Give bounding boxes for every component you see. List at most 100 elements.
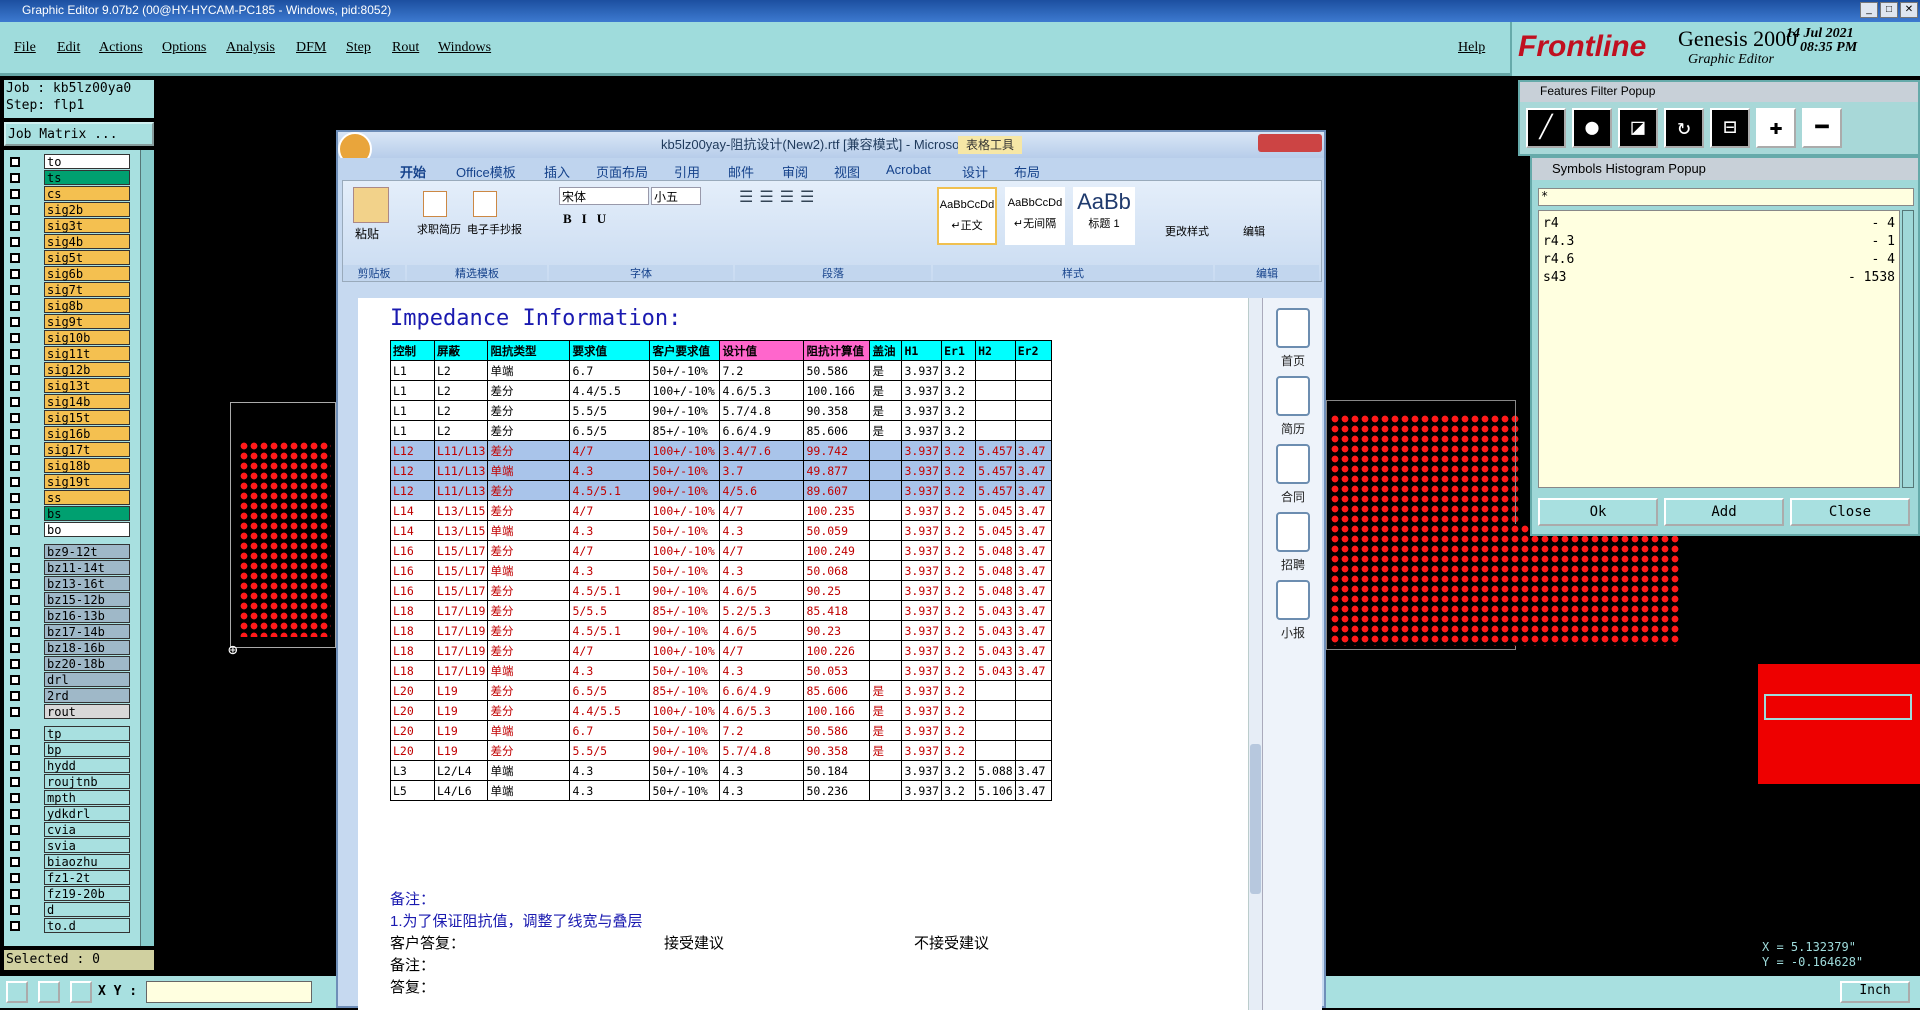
- table-cell[interactable]: L17/L19: [433, 600, 489, 621]
- ok-button[interactable]: Ok: [1538, 498, 1658, 526]
- layer-checkbox[interactable]: [10, 349, 20, 359]
- table-cell[interactable]: 6.7: [569, 720, 651, 741]
- table-cell[interactable]: 5.048: [975, 580, 1016, 601]
- table-cell[interactable]: 是: [869, 360, 903, 381]
- table-cell[interactable]: 3.47: [1014, 520, 1052, 541]
- table-cell[interactable]: 单端: [487, 560, 571, 581]
- table-cell[interactable]: 差分: [487, 400, 571, 421]
- table-row[interactable]: L18 L17/L19 差分 4.5/5.1 90+/-10% 4.6/5 90.23 3.9…: [390, 620, 1052, 641]
- table-cell[interactable]: 3.4/7.6: [719, 440, 805, 461]
- tab-references[interactable]: 引用: [674, 162, 700, 181]
- menu-file[interactable]: File: [14, 40, 36, 56]
- layer-checkbox[interactable]: [10, 285, 20, 295]
- table-cell[interactable]: [975, 360, 1016, 381]
- table-cell[interactable]: 90+/-10%: [649, 620, 721, 641]
- job-matrix-button[interactable]: Job Matrix ...: [4, 122, 154, 146]
- table-cell[interactable]: 4.3: [569, 460, 651, 481]
- table-cell[interactable]: 90.358: [803, 400, 871, 421]
- histogram-row[interactable]: r4.6 - 4: [1543, 251, 1895, 269]
- table-cell[interactable]: 90.23: [803, 620, 871, 641]
- table-cell[interactable]: 差分: [487, 380, 571, 401]
- layer-name[interactable]: drl: [44, 672, 130, 687]
- pcb-board-left[interactable]: [230, 402, 336, 648]
- layer-checkbox[interactable]: [10, 761, 20, 771]
- table-cell[interactable]: [975, 680, 1016, 701]
- layer-name[interactable]: ts: [44, 170, 130, 185]
- table-cell[interactable]: 4.5/5.1: [569, 620, 651, 641]
- table-cell[interactable]: [869, 460, 903, 481]
- font-name-select[interactable]: 宋体: [559, 187, 649, 205]
- table-cell[interactable]: 4.4/5.5: [569, 380, 651, 401]
- layer-row[interactable]: fz1-2t: [8, 870, 130, 886]
- table-cell[interactable]: L19: [433, 740, 489, 761]
- layer-name[interactable]: sig6b: [44, 266, 130, 281]
- layer-row[interactable]: bz13-16t: [8, 576, 130, 592]
- layer-checkbox[interactable]: [10, 253, 20, 263]
- table-cell[interactable]: 3.937: [901, 660, 943, 681]
- layer-row[interactable]: sig13t: [8, 378, 130, 394]
- table-cell[interactable]: L15/L17: [433, 560, 489, 581]
- table-cell[interactable]: L2: [433, 360, 489, 381]
- table-cell[interactable]: 差分: [487, 740, 571, 761]
- layer-row[interactable]: bo: [8, 522, 130, 538]
- table-cell[interactable]: 50+/-10%: [649, 520, 721, 541]
- table-cell[interactable]: 3.2: [941, 360, 977, 381]
- table-cell[interactable]: L12: [390, 460, 435, 481]
- add-button[interactable]: Add: [1664, 498, 1784, 526]
- table-cell[interactable]: 是: [869, 680, 903, 701]
- paste-button[interactable]: 粘贴: [355, 225, 379, 242]
- table-cell[interactable]: 5.5/5: [569, 400, 651, 421]
- table-cell[interactable]: 3.47: [1014, 500, 1052, 521]
- layer-row[interactable]: to: [8, 154, 130, 170]
- layer-row[interactable]: ts: [8, 170, 130, 186]
- table-cell[interactable]: 4.3: [719, 660, 805, 681]
- table-cell[interactable]: 4.4/5.5: [569, 700, 651, 721]
- layer-name[interactable]: biaozhu: [44, 854, 130, 869]
- table-cell[interactable]: 差分: [487, 440, 571, 461]
- table-row[interactable]: L1 L2 差分 4.4/5.5 100+/-10% 4.6/5.3 100.166 是 3.9…: [390, 380, 1052, 401]
- table-cell[interactable]: 50+/-10%: [649, 660, 721, 681]
- layer-name[interactable]: sig17t: [44, 442, 130, 457]
- side-resume[interactable]: 简历: [1269, 376, 1317, 437]
- table-cell[interactable]: 100+/-10%: [649, 440, 721, 461]
- table-cell[interactable]: 5.457: [975, 460, 1016, 481]
- table-cell[interactable]: 50.184: [803, 760, 871, 781]
- table-cell[interactable]: 4.3: [569, 780, 651, 801]
- layer-name[interactable]: sig5t: [44, 250, 130, 265]
- layer-name[interactable]: sig14b: [44, 394, 130, 409]
- layer-scrollbar[interactable]: [140, 150, 154, 946]
- table-cell[interactable]: L11/L13: [433, 460, 489, 481]
- table-cell[interactable]: 4/7: [719, 500, 805, 521]
- layer-checkbox[interactable]: [10, 413, 20, 423]
- table-cell[interactable]: 3.47: [1014, 480, 1052, 501]
- table-cell[interactable]: 5.7/4.8: [719, 740, 805, 761]
- layer-checkbox[interactable]: [10, 579, 20, 589]
- table-cell[interactable]: 50+/-10%: [649, 560, 721, 581]
- layer-checkbox[interactable]: [10, 381, 20, 391]
- layer-checkbox[interactable]: [10, 921, 20, 931]
- table-cell[interactable]: 50+/-10%: [649, 460, 721, 481]
- layer-checkbox[interactable]: [10, 611, 20, 621]
- negative-polarity-icon[interactable]: ━: [1802, 108, 1842, 148]
- table-cell[interactable]: 4.5/5.1: [569, 580, 651, 601]
- table-cell[interactable]: L20: [390, 740, 435, 761]
- grid-tool-icon[interactable]: [70, 981, 92, 1003]
- table-cell[interactable]: 差分: [487, 580, 571, 601]
- table-cell[interactable]: [869, 640, 903, 661]
- tab-review[interactable]: 审阅: [782, 162, 808, 181]
- table-cell[interactable]: 3.2: [941, 600, 977, 621]
- table-cell[interactable]: 3.2: [941, 560, 977, 581]
- table-cell[interactable]: 3.2: [941, 480, 977, 501]
- table-cell[interactable]: [1014, 380, 1052, 401]
- units-button[interactable]: Inch: [1840, 981, 1910, 1003]
- table-cell[interactable]: 50.068: [803, 560, 871, 581]
- menu-actions[interactable]: Actions: [99, 40, 143, 56]
- layer-name[interactable]: hydd: [44, 758, 130, 773]
- tab-acrobat[interactable]: Acrobat: [886, 162, 931, 177]
- table-cell[interactable]: [1014, 400, 1052, 421]
- table-cell[interactable]: 3.47: [1014, 640, 1052, 661]
- table-cell[interactable]: 90.25: [803, 580, 871, 601]
- table-cell[interactable]: 100.235: [803, 500, 871, 521]
- table-cell[interactable]: L13/L15: [433, 500, 489, 521]
- style-normal[interactable]: AaBbCcDd ↵正文: [937, 187, 997, 245]
